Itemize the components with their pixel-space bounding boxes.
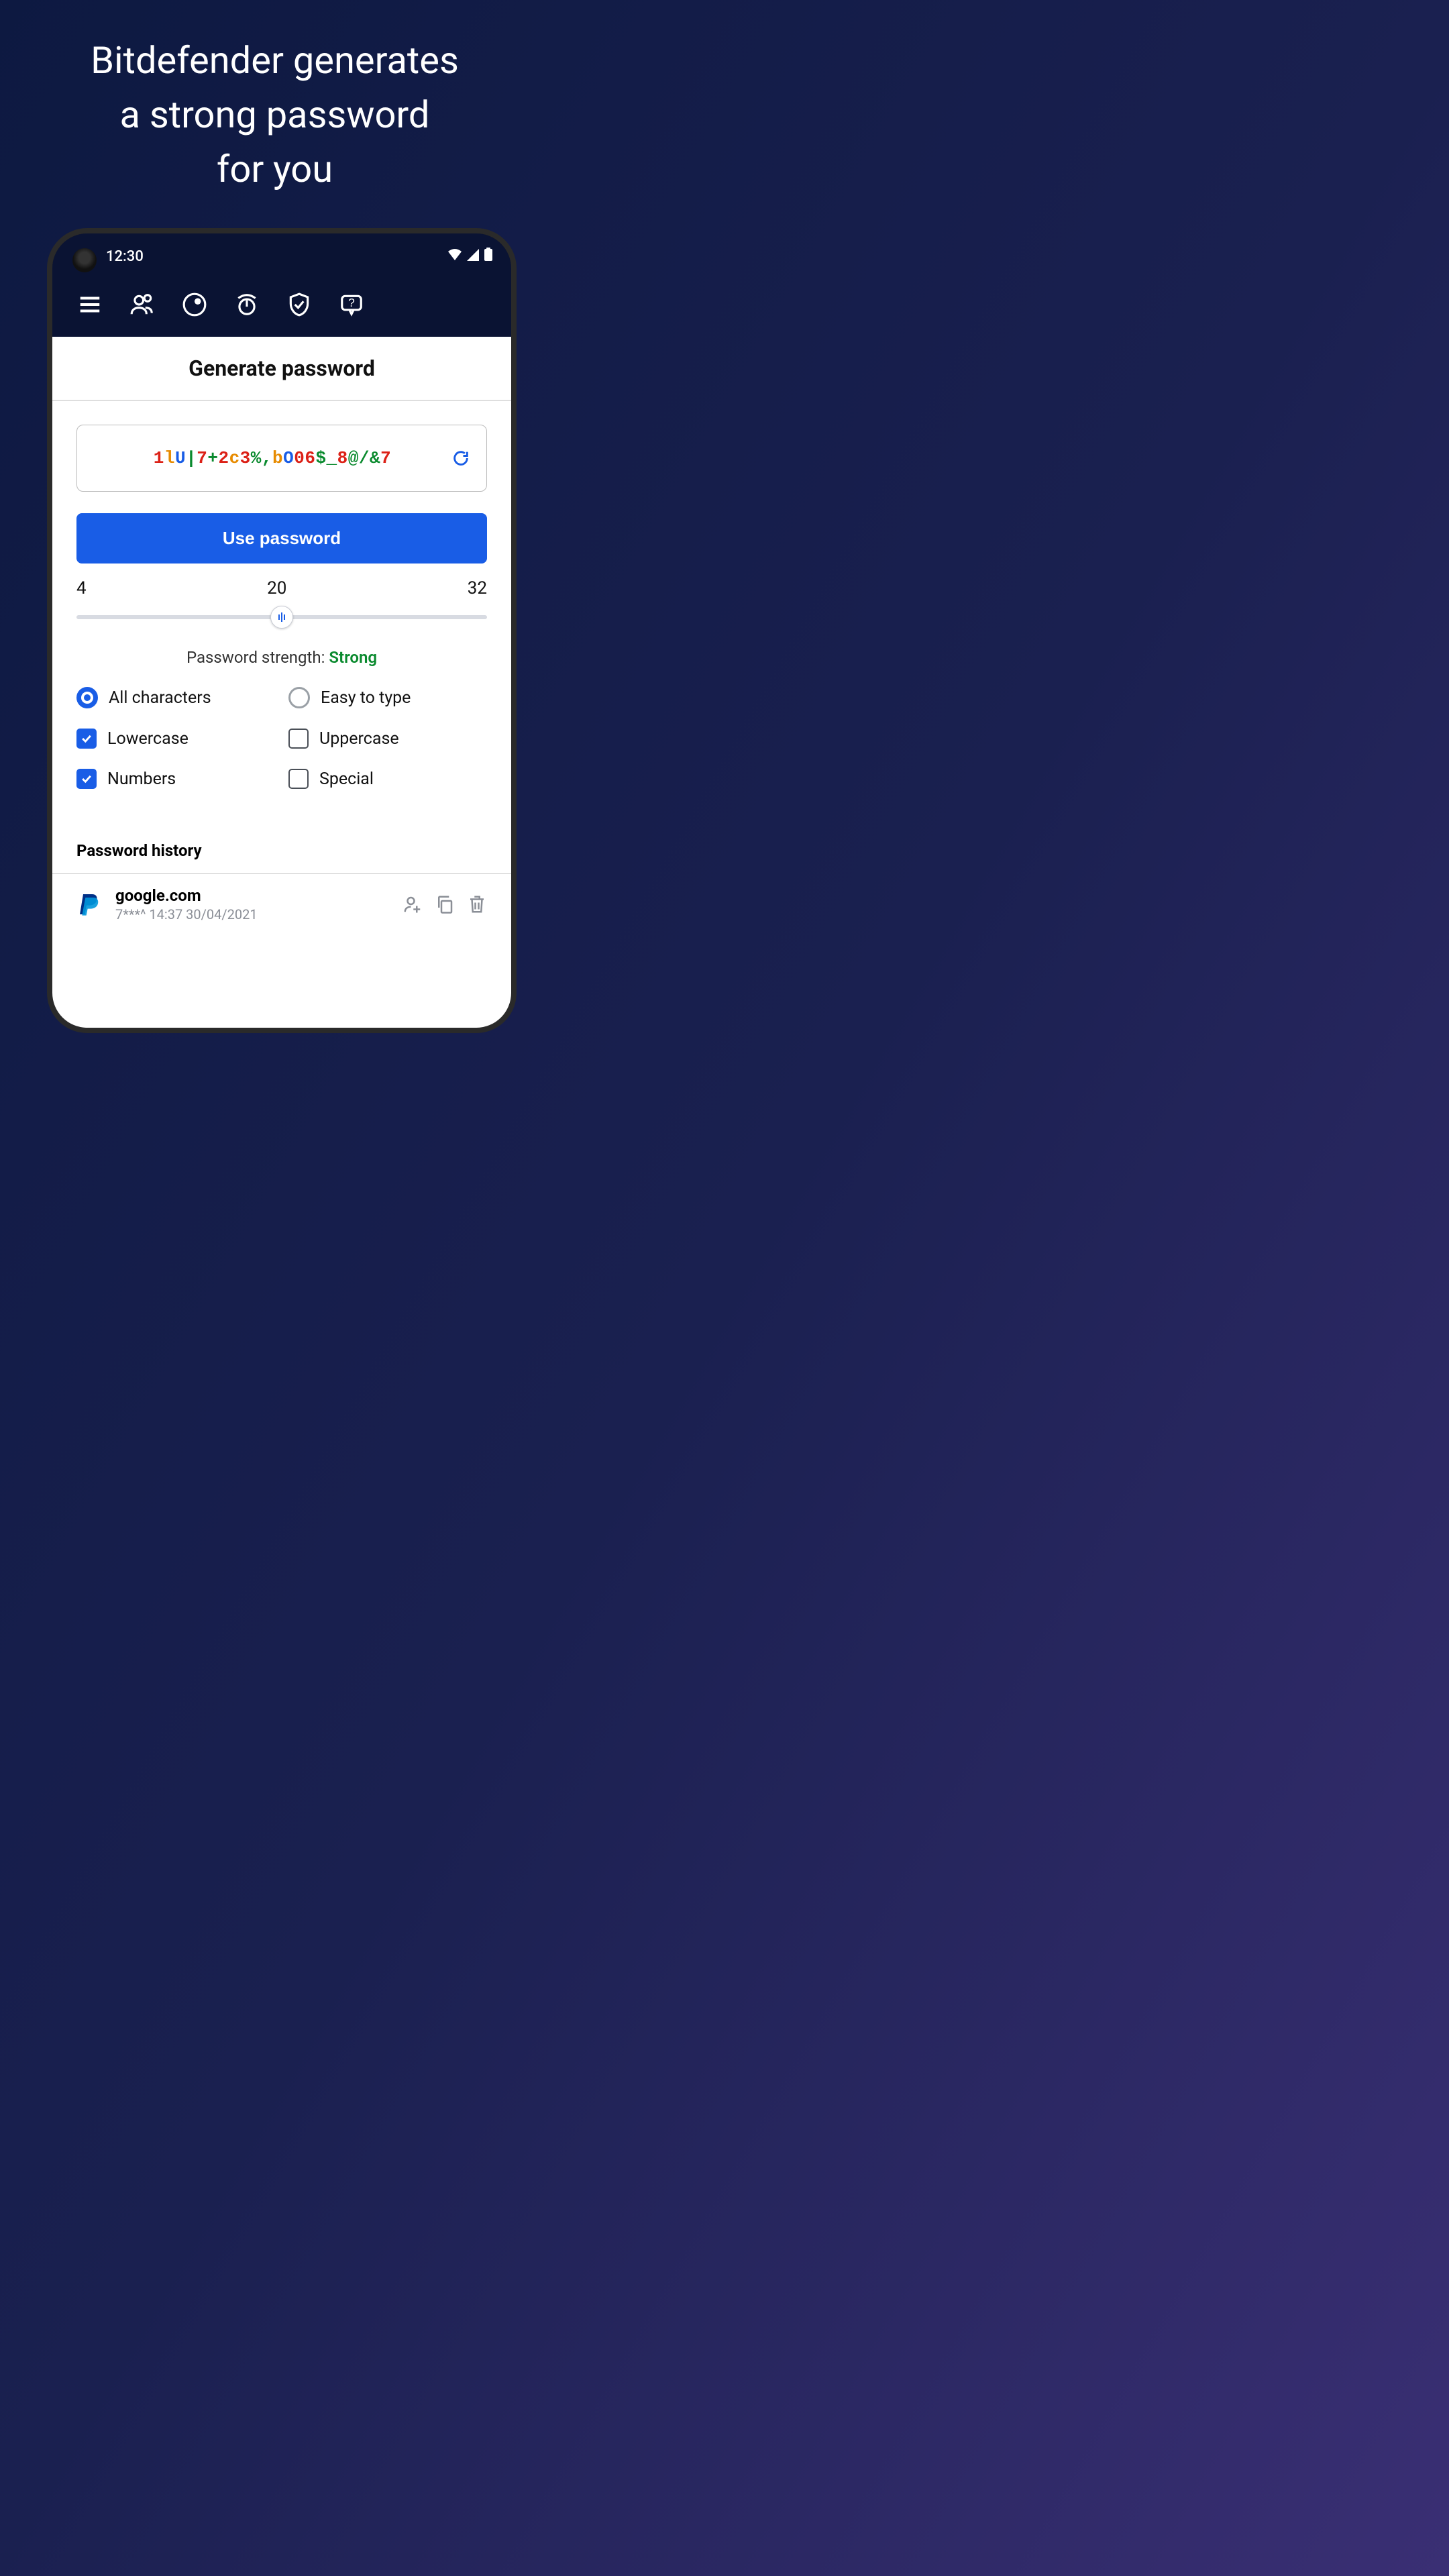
menu-icon[interactable] (76, 291, 103, 318)
trash-icon[interactable] (467, 894, 487, 914)
accounts-icon[interactable] (129, 291, 156, 318)
radio-all-characters[interactable] (76, 687, 98, 708)
strength-label: Password strength: (186, 648, 329, 667)
svg-text:?: ? (348, 296, 355, 309)
length-min: 4 (76, 578, 87, 598)
slider-thumb[interactable] (270, 606, 293, 629)
history-title: Password history (52, 841, 511, 873)
globe-icon[interactable] (181, 291, 208, 318)
shield-check-icon[interactable] (286, 291, 313, 318)
wifi-icon (448, 248, 462, 265)
option-all-characters[interactable]: All characters (76, 687, 275, 708)
paypal-icon (76, 891, 103, 918)
strength-value: Strong (329, 648, 377, 667)
signal-icon (467, 248, 479, 265)
checkbox-numbers[interactable] (76, 769, 97, 789)
length-value: 20 (267, 578, 286, 598)
strength-row: Password strength: Strong (76, 648, 487, 667)
history-item[interactable]: google.com 7***^ 14:37 30/04/2021 (52, 874, 511, 922)
assign-user-icon[interactable] (402, 894, 423, 914)
phone-camera (72, 248, 97, 272)
option-special[interactable]: Special (288, 769, 487, 789)
regenerate-icon[interactable] (451, 449, 470, 468)
option-uppercase[interactable]: Uppercase (288, 729, 487, 749)
checkbox-uppercase[interactable] (288, 729, 309, 749)
length-slider[interactable] (76, 604, 487, 631)
length-slider-labels: 4 20 32 (76, 578, 487, 598)
history-meta: 7***^ 14:37 30/04/2021 (115, 906, 390, 922)
password-display: 1lU|7+2c3%,bO06$_8@/&7 (76, 425, 487, 492)
checkbox-special[interactable] (288, 769, 309, 789)
page-title: Generate password (52, 337, 511, 400)
promo-headline: Bitdefender generates a strong password … (0, 0, 549, 197)
use-password-button[interactable]: Use password (76, 513, 487, 564)
generated-password: 1lU|7+2c3%,bO06$_8@/&7 (93, 448, 451, 468)
copy-icon[interactable] (435, 894, 455, 914)
status-bar: 12:30 (52, 233, 511, 279)
phone-frame: 12:30 ? (47, 228, 517, 1033)
option-easy-to-type[interactable]: Easy to type (288, 687, 487, 708)
option-numbers[interactable]: Numbers (76, 769, 275, 789)
battery-icon (484, 248, 492, 265)
power-icon[interactable] (233, 291, 260, 318)
status-time: 12:30 (106, 248, 144, 265)
checkbox-lowercase[interactable] (76, 729, 97, 749)
app-bar: ? (52, 279, 511, 337)
option-lowercase[interactable]: Lowercase (76, 729, 275, 749)
radio-easy-to-type[interactable] (288, 687, 310, 708)
help-chat-icon[interactable]: ? (338, 291, 365, 318)
length-max: 32 (468, 578, 487, 598)
history-site: google.com (115, 886, 390, 905)
